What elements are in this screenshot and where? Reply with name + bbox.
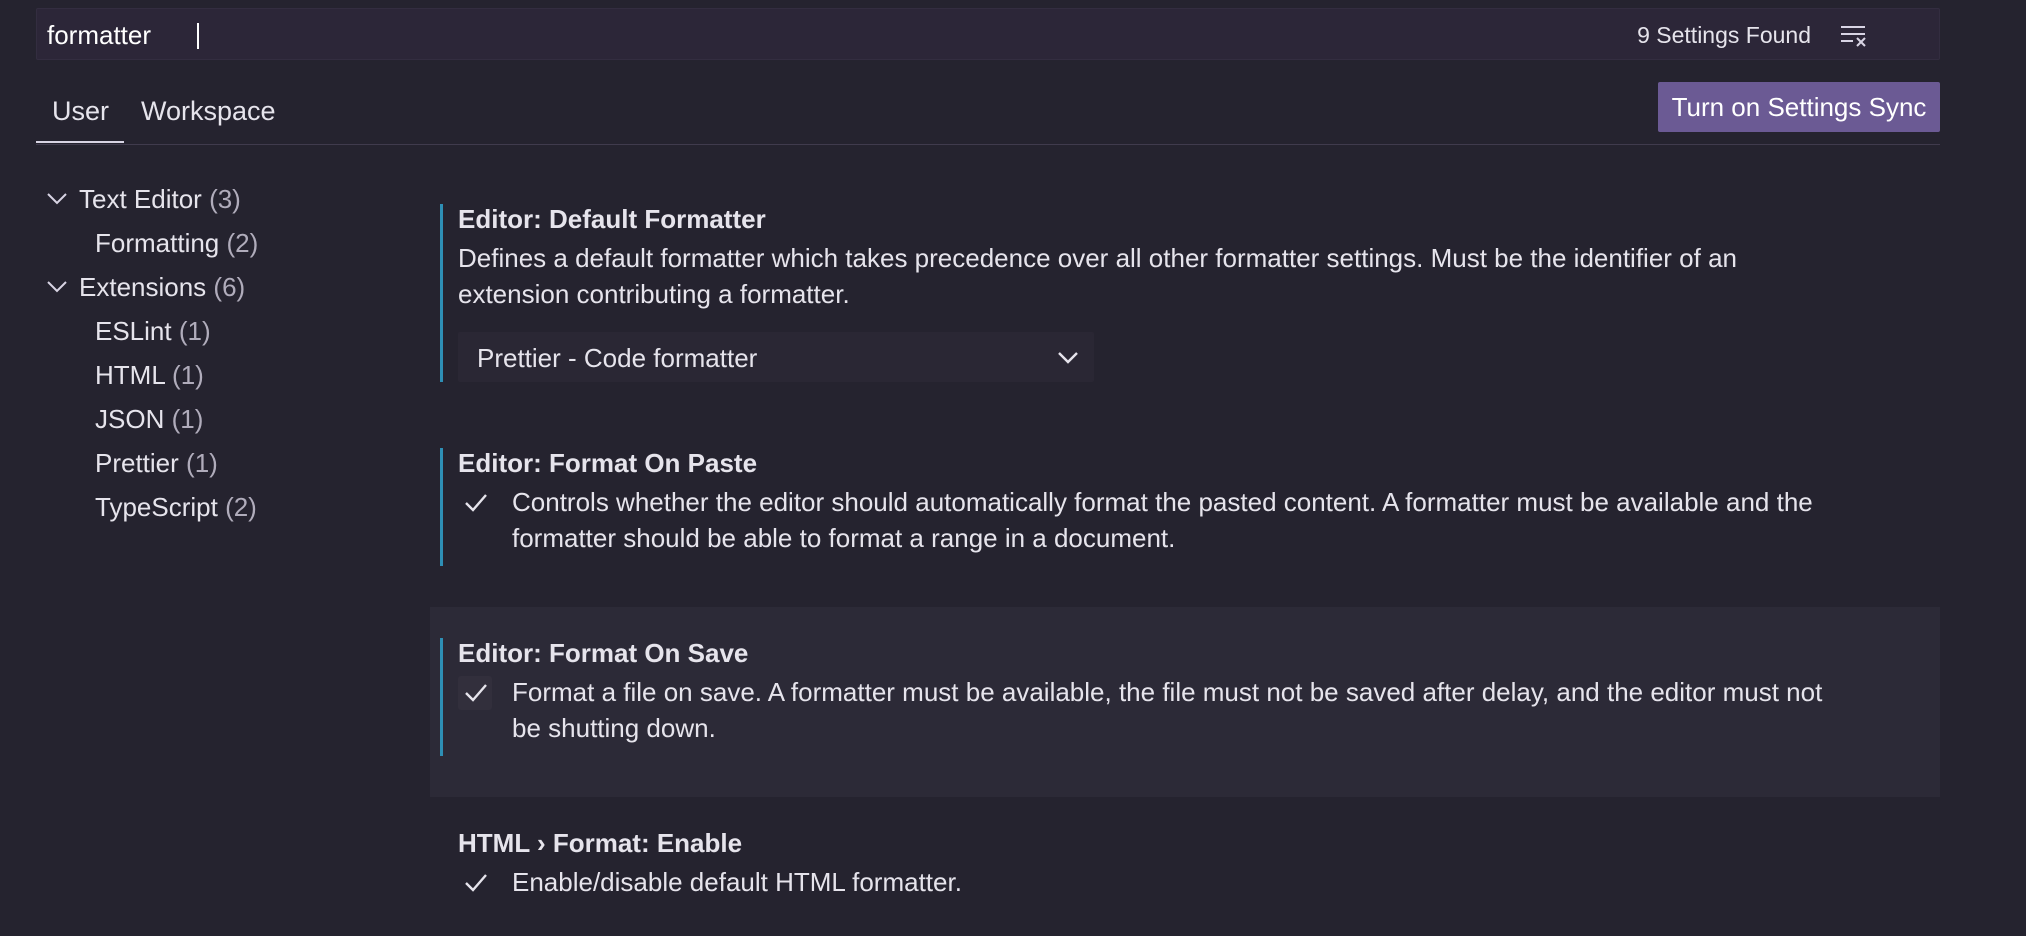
toc-item-label: ESLint (95, 316, 172, 346)
toc-item-label: Formatting (95, 228, 220, 258)
toc-item-label: Prettier (95, 448, 179, 478)
toc-item-count: (1) (172, 360, 204, 390)
setting-format-on-save: Editor: Format On Save Format a file on … (430, 634, 1940, 756)
select-value: Prettier - Code formatter (477, 343, 758, 373)
modified-indicator (440, 204, 443, 382)
format-on-paste-checkbox[interactable] (458, 486, 492, 520)
modified-indicator (440, 638, 443, 756)
setting-description-line: Format a file on save. A formatter must … (512, 677, 1823, 707)
format-on-save-checkbox[interactable] (458, 676, 492, 710)
settings-editor: 9 Settings Found User Workspace Turn on … (0, 0, 2026, 936)
toc-item-eslint[interactable]: ESLint (1) (95, 316, 211, 347)
setting-description-line: formatter should be able to format a ran… (512, 523, 1176, 553)
tab-divider (36, 144, 1940, 145)
toc-item-json[interactable]: JSON (1) (95, 404, 203, 435)
setting-format-on-paste: Editor: Format On Paste Controls whether… (430, 444, 1940, 566)
search-input[interactable] (47, 19, 1547, 51)
setting-description-line: be shutting down. (512, 713, 716, 743)
setting-default-formatter: Editor: Default Formatter Defines a defa… (430, 200, 1940, 390)
setting-description-line: Enable/disable default HTML formatter. (512, 867, 962, 897)
chevron-down-icon[interactable] (46, 192, 68, 206)
setting-title: Editor: Format On Save (458, 638, 749, 668)
toc-item-label: JSON (95, 404, 165, 434)
settings-search-bar: 9 Settings Found (36, 8, 1940, 60)
toc-item-count: (3) (209, 184, 241, 214)
setting-description-line: extension contributing a formatter. (458, 279, 850, 309)
chevron-down-icon[interactable] (46, 280, 68, 294)
toc-item-count: (1) (178, 316, 211, 346)
toc-item-prettier[interactable]: Prettier (1) (95, 448, 218, 479)
clear-filter-icon[interactable] (1839, 23, 1869, 49)
toc-item-label: Extensions (79, 272, 207, 302)
toc-item-label: Text Editor (79, 184, 202, 214)
setting-description-line: Defines a default formatter which takes … (458, 243, 1737, 273)
toc-item-label: TypeScript (95, 492, 218, 522)
toc-item-count: (2) (226, 228, 259, 258)
text-caret (197, 23, 199, 49)
setting-title: Editor: Format On Paste (458, 448, 758, 478)
modified-indicator (440, 448, 443, 566)
toc-item-html[interactable]: HTML (1) (95, 360, 204, 391)
tab-user[interactable]: User (52, 96, 109, 127)
setting-title: Editor: Default Formatter (458, 204, 766, 234)
tab-workspace[interactable]: Workspace (141, 96, 276, 127)
html-format-enable-checkbox[interactable] (458, 866, 492, 900)
turn-on-settings-sync-button[interactable]: Turn on Settings Sync (1658, 82, 1940, 132)
check-icon (465, 684, 487, 702)
check-icon (465, 874, 487, 892)
check-icon (465, 494, 487, 512)
toc-item-count: (1) (171, 404, 204, 434)
setting-title: HTML › Format: Enable (458, 828, 743, 858)
default-formatter-select[interactable]: Prettier - Code formatter (458, 332, 1094, 382)
toc-item-typescript[interactable]: TypeScript (2) (95, 492, 257, 523)
chevron-down-icon (1057, 351, 1079, 365)
toc-item-count: (2) (225, 492, 257, 522)
results-count: 9 Settings Found (1637, 22, 1811, 48)
toc-item-label: HTML (95, 360, 165, 390)
toc-item-extensions[interactable]: Extensions (6) (79, 272, 245, 303)
toc-item-text-editor[interactable]: Text Editor (3) (79, 184, 241, 215)
toc-item-formatting[interactable]: Formatting (2) (95, 228, 258, 259)
toc-item-count: (1) (186, 448, 218, 478)
active-tab-indicator (36, 141, 124, 143)
toc-item-count: (6) (213, 272, 246, 302)
setting-html-format-enable: HTML › Format: Enable Enable/disable def… (430, 824, 1940, 936)
setting-description-line: Controls whether the editor should autom… (512, 487, 1813, 517)
